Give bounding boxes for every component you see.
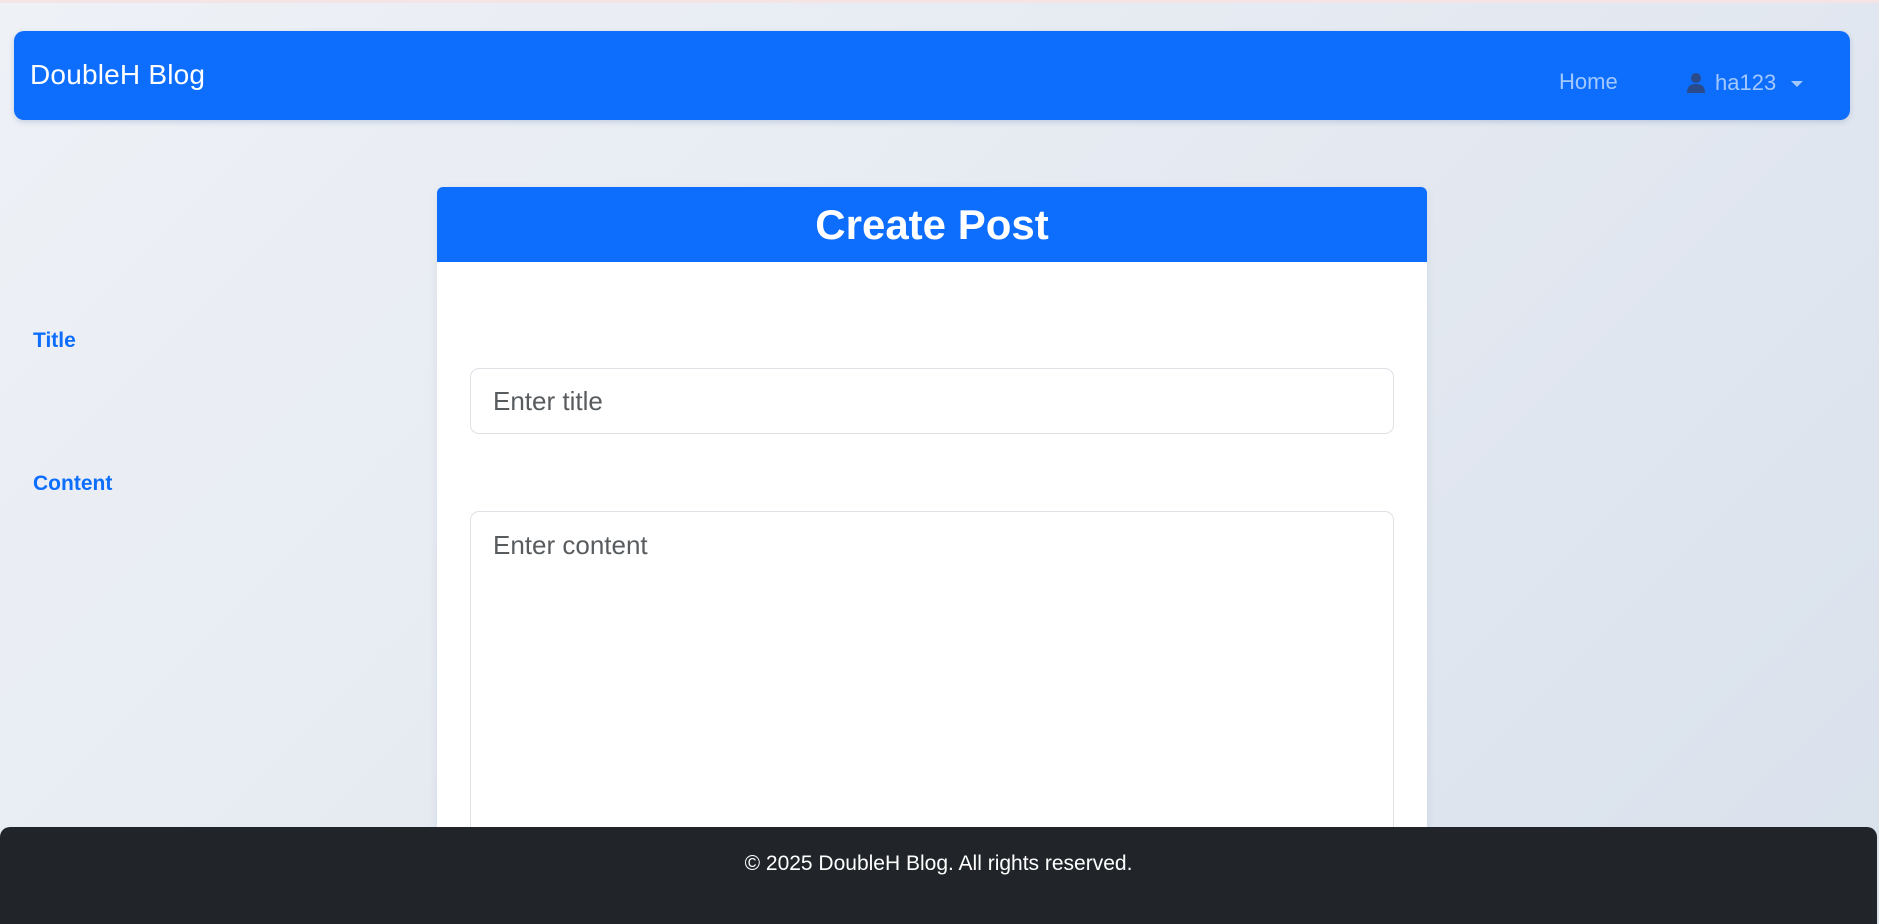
- nav-home-link[interactable]: Home: [1559, 69, 1618, 95]
- brand-link[interactable]: DoubleH Blog: [30, 59, 205, 91]
- window-top-edge: [0, 0, 1879, 3]
- create-post-card: Create Post: [437, 187, 1427, 867]
- copyright-text: © 2025 DoubleH Blog. All rights reserved…: [744, 852, 1133, 875]
- title-label: Title: [33, 329, 76, 352]
- user-dropdown-toggle[interactable]: ha123: [1686, 69, 1804, 97]
- chevron-down-icon: [1791, 81, 1804, 87]
- title-input[interactable]: [470, 368, 1394, 434]
- card-header: Create Post: [437, 187, 1427, 262]
- content-textarea[interactable]: [470, 511, 1394, 851]
- username-label: ha123: [1715, 70, 1777, 95]
- page-title: Create Post: [815, 200, 1049, 248]
- footer: © 2025 DoubleH Blog. All rights reserved…: [0, 827, 1877, 924]
- navbar: DoubleH Blog Home ha123: [14, 31, 1850, 120]
- content-label: Content: [33, 472, 113, 495]
- person-icon: [1686, 72, 1706, 94]
